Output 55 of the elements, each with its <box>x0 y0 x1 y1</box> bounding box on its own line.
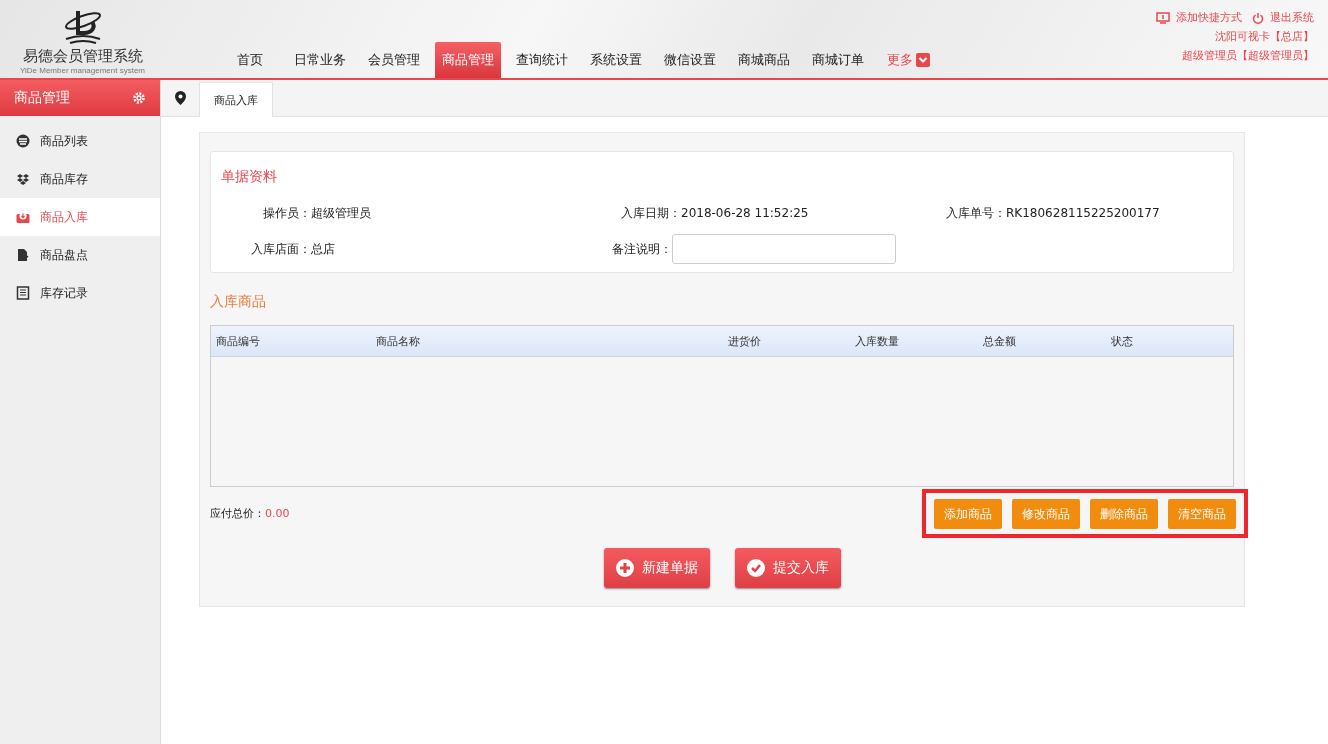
column-header: 状态 <box>1110 333 1134 349</box>
sidebar-item[interactable]: 商品库存 <box>0 160 160 198</box>
field-label: 入库单号： <box>945 204 1006 222</box>
sidebar-item[interactable]: 商品列表 <box>0 122 160 160</box>
nav-tab[interactable]: 首页 <box>221 42 279 78</box>
nav-tab[interactable]: 微信设置 <box>657 42 723 78</box>
power-icon <box>1252 11 1264 24</box>
logout-link[interactable]: 退出系统 <box>1252 10 1314 25</box>
gear-icon[interactable] <box>132 91 146 105</box>
nav-tab[interactable]: 会员管理 <box>361 42 427 78</box>
sidebar-item[interactable]: 商品入库 <box>0 198 160 236</box>
inbox-icon <box>16 210 30 224</box>
page-tab[interactable]: 商品入库 <box>199 82 273 117</box>
app-subtitle: YiDe Member management system <box>19 66 146 75</box>
monitor-icon <box>1156 11 1170 24</box>
column-header: 进货价 <box>727 333 762 349</box>
column-header: 入库数量 <box>854 333 900 349</box>
store-name: 沈阳可视卡【总店】 <box>1215 29 1314 44</box>
user-name: 超级管理员【超级管理员】 <box>1182 48 1314 63</box>
nav-tab[interactable]: 系统设置 <box>583 42 649 78</box>
field-label: 入库店面： <box>250 240 311 258</box>
field-value: RK180628115225200177 <box>1006 206 1160 220</box>
nav-tab[interactable]: 查询统计 <box>509 42 575 78</box>
boxes-icon <box>16 172 30 186</box>
section-title: 单据资料 <box>221 168 278 186</box>
ledger-icon <box>16 286 30 300</box>
field-label: 操作员： <box>262 204 311 222</box>
column-header: 商品名称 <box>375 333 421 349</box>
new-bill-button[interactable]: 新建单据 <box>603 548 710 588</box>
app-title: 易德会员管理系统 <box>22 47 143 66</box>
check-circle-icon <box>746 559 765 577</box>
nav-tab[interactable]: 日常业务 <box>287 42 353 78</box>
column-header: 总金额 <box>982 333 1017 349</box>
nav-tab[interactable]: 商品管理 <box>435 42 501 78</box>
sidebar-item[interactable]: 商品盘点 <box>0 236 160 274</box>
nav-tab[interactable]: 商城订单 <box>805 42 871 78</box>
total-price: 应付总价：0.00 <box>210 506 290 521</box>
field-value: 总店 <box>311 240 335 258</box>
plus-circle-icon <box>615 559 634 577</box>
list-icon <box>16 134 30 148</box>
field-value: 2018-06-28 11:52:25 <box>681 206 809 220</box>
location-pin-icon <box>174 91 186 105</box>
document-icon <box>16 248 30 262</box>
shortcut-link[interactable]: 添加快捷方式 <box>1156 10 1242 25</box>
sidebar-title: 商品管理 <box>14 89 70 107</box>
nav-tab[interactable]: 商城商品 <box>731 42 797 78</box>
chevron-down-icon <box>916 53 930 67</box>
field-value: 超级管理员 <box>311 204 371 222</box>
field-label: 入库日期： <box>620 204 681 222</box>
remark-input[interactable] <box>672 234 896 264</box>
field-label: 备注说明： <box>611 240 673 258</box>
column-header: 商品编号 <box>215 333 261 349</box>
sidebar-item[interactable]: 库存记录 <box>0 274 160 312</box>
section-title: 入库商品 <box>210 293 267 311</box>
submit-button[interactable]: 提交入库 <box>734 548 841 588</box>
